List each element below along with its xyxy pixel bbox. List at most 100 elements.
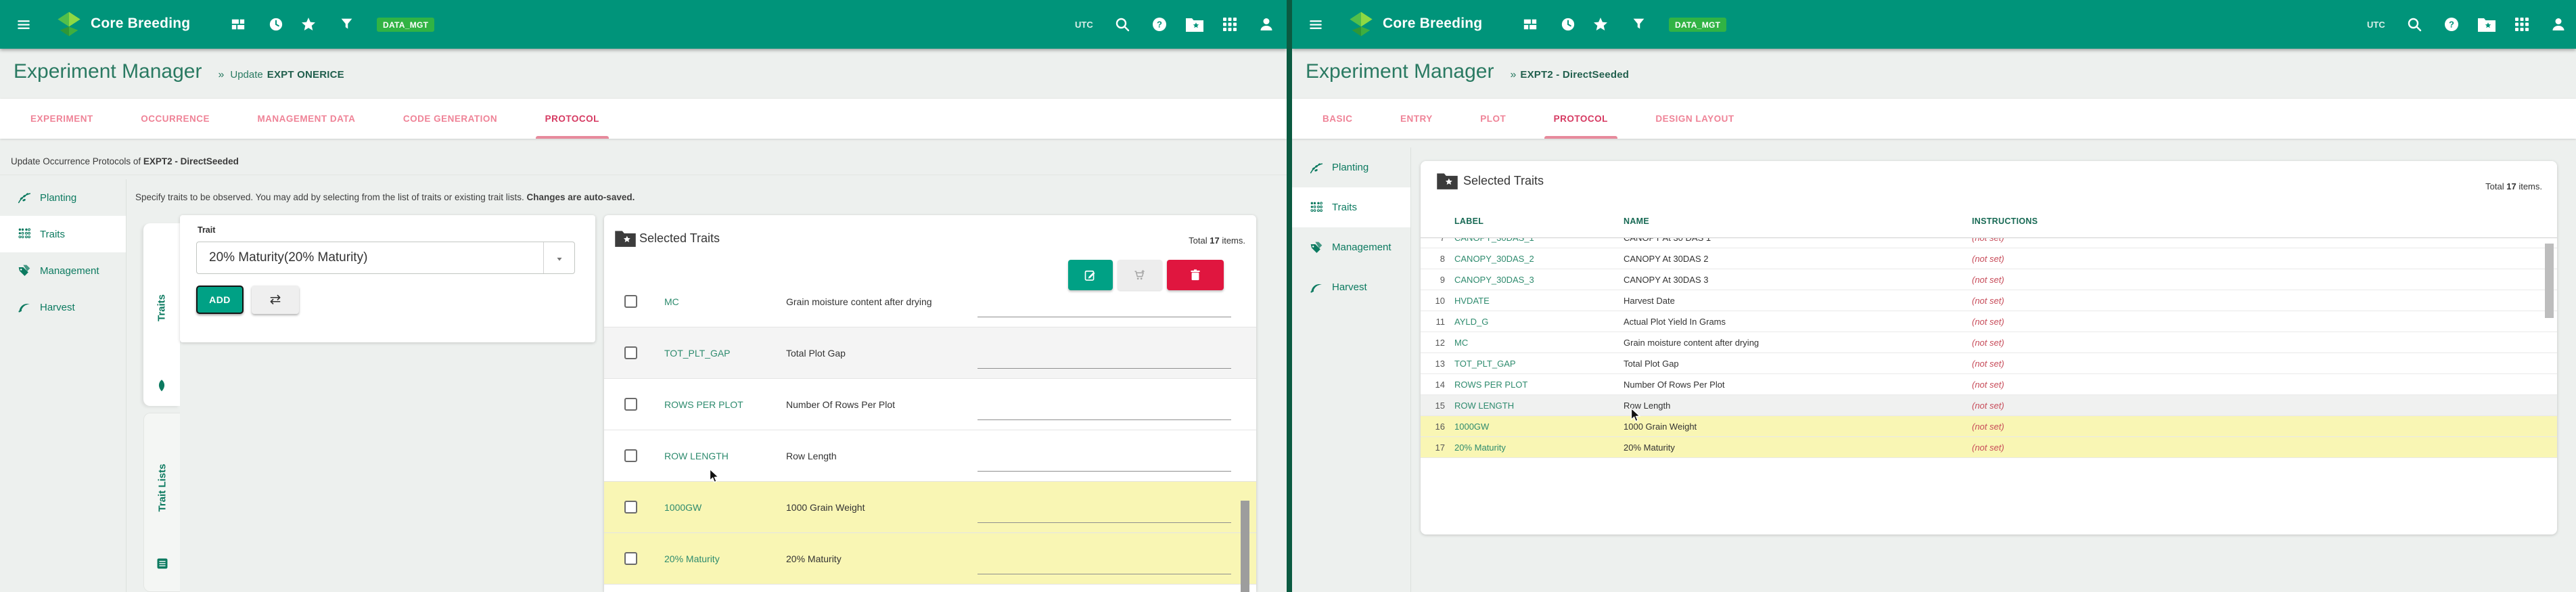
favorites-star-icon[interactable] bbox=[300, 16, 317, 32]
sidebar-item-management[interactable]: Management bbox=[0, 252, 126, 289]
row-checkbox[interactable] bbox=[624, 346, 637, 359]
trait-row[interactable]: TOT_PLT_GAP Total Plot Gap bbox=[604, 327, 1256, 379]
recent-clock-icon[interactable] bbox=[269, 17, 283, 32]
row-checkbox[interactable] bbox=[624, 398, 637, 411]
apps-grid-icon[interactable] bbox=[1222, 16, 1238, 32]
program-badge[interactable]: DATA_MGT bbox=[377, 18, 434, 32]
trait-row[interactable]: 20% Maturity 20% Maturity bbox=[604, 533, 1256, 585]
tab[interactable]: EXPERIMENT bbox=[30, 99, 93, 139]
trait-instructions[interactable]: (not set) bbox=[1972, 311, 2004, 332]
folder-star-icon[interactable] bbox=[2477, 17, 2496, 32]
tab[interactable]: CODE GENERATION bbox=[403, 99, 497, 139]
sidebar-item-harvest[interactable]: Harvest bbox=[0, 289, 126, 325]
trait-instructions[interactable]: (not set) bbox=[1972, 353, 2004, 374]
trait-instructions[interactable]: (not set) bbox=[1972, 290, 2004, 311]
dashboard-quilt-icon[interactable] bbox=[231, 17, 246, 32]
tab[interactable]: MANAGEMENT DATA bbox=[257, 99, 355, 139]
search-icon[interactable] bbox=[1114, 16, 1130, 32]
sidebar-item-planting[interactable]: Planting bbox=[0, 179, 126, 216]
trait-label-link[interactable]: CANOPY_30DAS_2 bbox=[1454, 248, 1534, 269]
table-row[interactable]: 16 1000GW 1000 Grain Weight (not set) bbox=[1421, 416, 2557, 437]
add-button[interactable]: ADD bbox=[196, 286, 244, 314]
trait-instructions[interactable]: (not set) bbox=[1972, 332, 2004, 353]
table-row[interactable]: 11 AYLD_G Actual Plot Yield In Grams (no… bbox=[1421, 311, 2557, 332]
trait-label-link[interactable]: AYLD_G bbox=[1454, 311, 1488, 332]
trait-instructions[interactable]: (not set) bbox=[1972, 374, 2004, 395]
trait-instructions[interactable]: (not set) bbox=[1972, 248, 2004, 269]
column-header-label[interactable]: LABEL bbox=[1454, 217, 1484, 226]
filter-icon[interactable] bbox=[1632, 17, 1646, 31]
table-row[interactable]: 13 TOT_PLT_GAP Total Plot Gap (not set) bbox=[1421, 353, 2557, 374]
table-row[interactable]: 12 MC Grain moisture content after dryin… bbox=[1421, 332, 2557, 353]
trait-row[interactable]: ROWS PER PLOT Number Of Rows Per Plot bbox=[604, 379, 1256, 430]
trait-label-link[interactable]: CANOPY_30DAS_3 bbox=[1454, 269, 1534, 290]
table-row[interactable]: 7 CANOPY_30DAS_1 CANOPY At 30 DAS 1 (not… bbox=[1421, 238, 2557, 248]
apps-grid-icon[interactable] bbox=[2514, 16, 2530, 32]
trait-select-arrow-box[interactable] bbox=[543, 242, 574, 273]
instructions-input[interactable] bbox=[978, 419, 1231, 420]
trait-row[interactable]: MC Grain moisture content after drying bbox=[604, 294, 1256, 327]
trait-instructions[interactable]: (not set) bbox=[1972, 395, 2004, 416]
instructions-input[interactable] bbox=[978, 522, 1231, 523]
trait-code-link[interactable]: ROWS PER PLOT bbox=[664, 379, 743, 430]
trait-instructions[interactable]: (not set) bbox=[1972, 238, 2004, 248]
table-row[interactable]: 8 CANOPY_30DAS_2 CANOPY At 30DAS 2 (not … bbox=[1421, 248, 2557, 269]
tab[interactable]: PROTOCOL bbox=[1554, 99, 1608, 139]
instructions-input[interactable] bbox=[978, 471, 1231, 472]
trait-row[interactable]: ROW LENGTH Row Length bbox=[604, 430, 1256, 482]
table-row[interactable]: 10 HVDATE Harvest Date (not set) bbox=[1421, 290, 2557, 311]
list-scrollbar-thumb[interactable] bbox=[1241, 501, 1249, 592]
tab[interactable]: PROTOCOL bbox=[545, 99, 599, 139]
row-checkbox[interactable] bbox=[624, 501, 637, 514]
swap-button[interactable]: ⇄ bbox=[252, 286, 299, 314]
trait-instructions[interactable]: (not set) bbox=[1972, 416, 2004, 437]
table-row[interactable]: 14 ROWS PER PLOT Number Of Rows Per Plot… bbox=[1421, 374, 2557, 395]
sidebar-item-harvest[interactable]: Harvest bbox=[1292, 267, 1410, 307]
timezone-label[interactable]: UTC bbox=[2367, 20, 2385, 30]
instructions-input[interactable] bbox=[978, 368, 1231, 369]
help-icon[interactable] bbox=[2443, 16, 2460, 32]
column-header-instructions[interactable]: INSTRUCTIONS bbox=[1972, 217, 2038, 226]
recent-clock-icon[interactable] bbox=[1561, 17, 1576, 32]
vertical-tab-traits[interactable]: Traits bbox=[143, 223, 180, 406]
trait-code-link[interactable]: TOT_PLT_GAP bbox=[664, 327, 731, 379]
trait-label-link[interactable]: ROWS PER PLOT bbox=[1454, 374, 1527, 395]
tab[interactable]: ENTRY bbox=[1400, 99, 1433, 139]
add-to-list-button[interactable] bbox=[1118, 260, 1162, 290]
sidebar-item-traits[interactable]: Traits bbox=[1292, 187, 1410, 227]
trait-instructions[interactable]: (not set) bbox=[1972, 437, 2004, 458]
table-scrollbar-thumb[interactable] bbox=[2545, 244, 2554, 318]
help-icon[interactable] bbox=[1151, 16, 1168, 32]
search-icon[interactable] bbox=[2406, 16, 2422, 32]
trait-select[interactable]: 20% Maturity(20% Maturity) bbox=[196, 242, 575, 274]
favorites-star-icon[interactable] bbox=[1592, 16, 1609, 32]
trait-code-link[interactable]: 20% Maturity bbox=[664, 533, 720, 585]
table-row[interactable]: 15 ROW LENGTH Row Length (not set) bbox=[1421, 395, 2557, 416]
user-account-icon[interactable] bbox=[2550, 16, 2567, 32]
row-checkbox[interactable] bbox=[624, 295, 637, 308]
table-row[interactable]: 17 20% Maturity 20% Maturity (not set) bbox=[1421, 437, 2557, 458]
hamburger-menu-icon[interactable] bbox=[1307, 18, 1325, 31]
column-header-name[interactable]: NAME bbox=[1624, 217, 1649, 226]
trait-instructions[interactable]: (not set) bbox=[1972, 269, 2004, 290]
trait-label-link[interactable]: HVDATE bbox=[1454, 290, 1490, 311]
tab[interactable]: BASIC bbox=[1322, 99, 1353, 139]
sidebar-item-planting[interactable]: Planting bbox=[1292, 147, 1410, 187]
filter-icon[interactable] bbox=[340, 17, 354, 31]
tab[interactable]: PLOT bbox=[1480, 99, 1506, 139]
table-row[interactable]: 9 CANOPY_30DAS_3 CANOPY At 30DAS 3 (not … bbox=[1421, 269, 2557, 290]
sidebar-item-traits[interactable]: Traits bbox=[0, 216, 126, 252]
trait-code-link[interactable]: ROW LENGTH bbox=[664, 430, 729, 482]
timezone-label[interactable]: UTC bbox=[1075, 20, 1093, 30]
hamburger-menu-icon[interactable] bbox=[15, 18, 32, 31]
folder-star-icon[interactable] bbox=[1185, 17, 1204, 32]
trait-code-link[interactable]: MC bbox=[664, 294, 679, 327]
trait-label-link[interactable]: ROW LENGTH bbox=[1454, 395, 1514, 416]
row-checkbox[interactable] bbox=[624, 449, 637, 462]
dashboard-quilt-icon[interactable] bbox=[1523, 17, 1538, 32]
tab[interactable]: DESIGN LAYOUT bbox=[1655, 99, 1734, 139]
tab[interactable]: OCCURRENCE bbox=[141, 99, 210, 139]
trait-label-link[interactable]: 20% Maturity bbox=[1454, 437, 1506, 458]
trait-label-link[interactable]: MC bbox=[1454, 332, 1468, 353]
edit-selected-button[interactable] bbox=[1068, 260, 1113, 290]
